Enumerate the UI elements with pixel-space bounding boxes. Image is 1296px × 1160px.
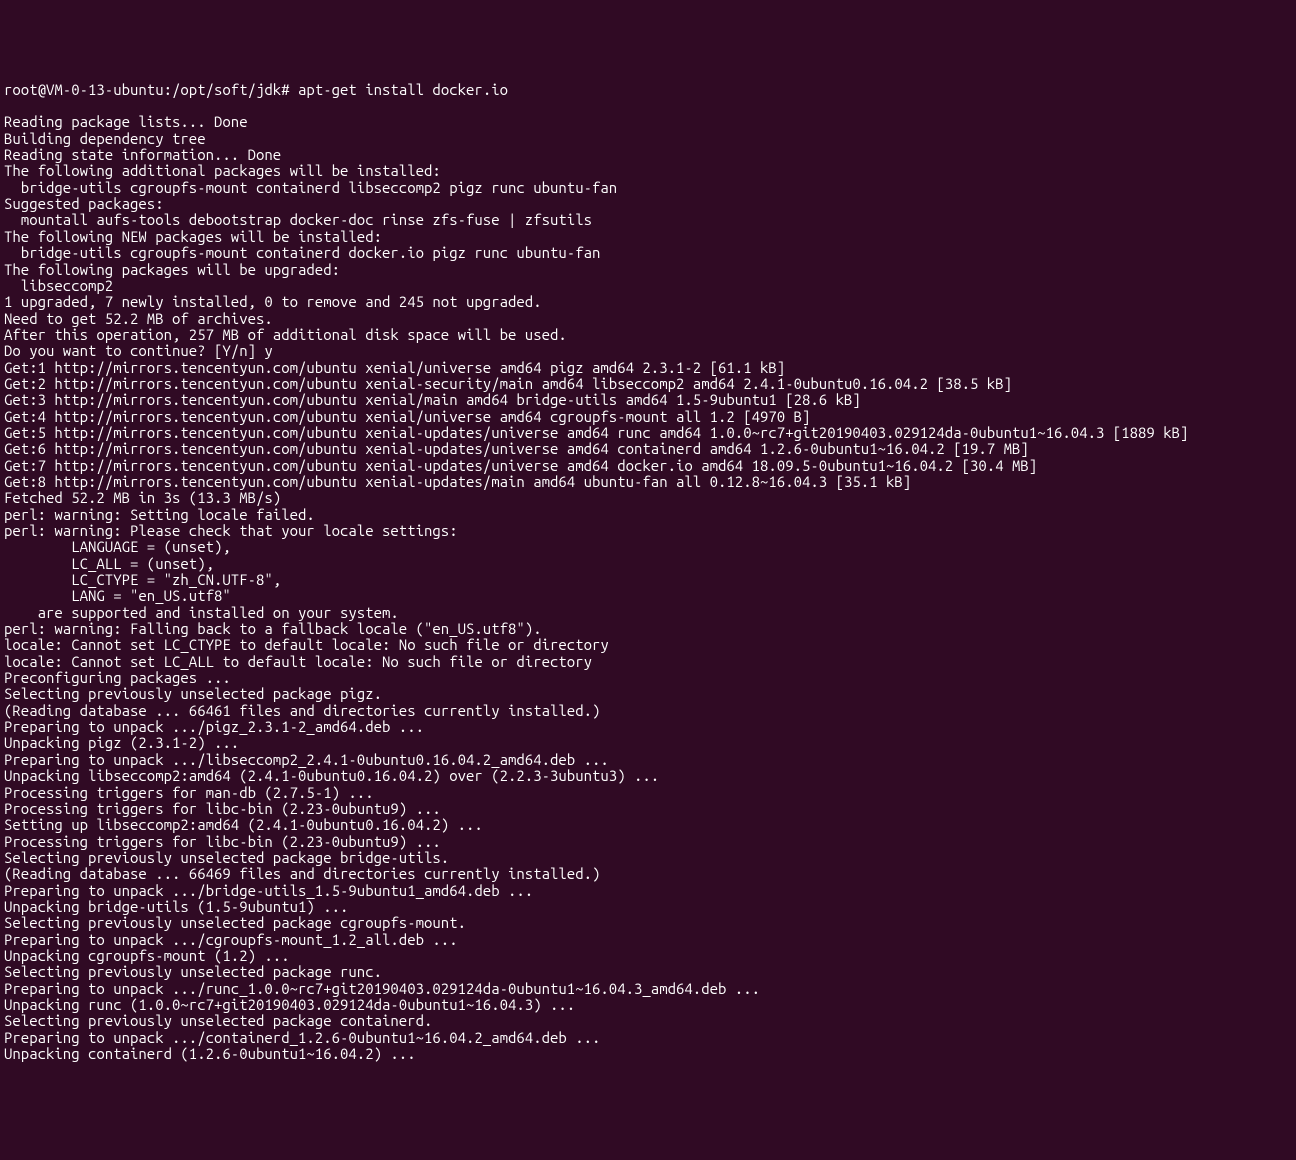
terminal-line: Setting up libseccomp2:amd64 (2.4.1-0ubu… <box>4 817 1292 833</box>
terminal-line: Processing triggers for libc-bin (2.23-0… <box>4 834 1292 850</box>
terminal-line: LC_ALL = (unset), <box>4 556 1292 572</box>
terminal-line: LC_CTYPE = "zh_CN.UTF-8", <box>4 572 1292 588</box>
terminal-line: Reading package lists... Done <box>4 114 1292 130</box>
terminal-line: Get:7 http://mirrors.tencentyun.com/ubun… <box>4 458 1292 474</box>
terminal-line: libseccomp2 <box>4 278 1292 294</box>
terminal-line: Preparing to unpack .../cgroupfs-mount_1… <box>4 932 1292 948</box>
terminal-line: Preparing to unpack .../pigz_2.3.1-2_amd… <box>4 719 1292 735</box>
terminal-line: Get:1 http://mirrors.tencentyun.com/ubun… <box>4 360 1292 376</box>
terminal-line: are supported and installed on your syst… <box>4 605 1292 621</box>
terminal-line: LANGUAGE = (unset), <box>4 539 1292 555</box>
terminal-output: Reading package lists... DoneBuilding de… <box>4 114 1292 1062</box>
terminal-line: Suggested packages: <box>4 196 1292 212</box>
terminal-line: Preparing to unpack .../containerd_1.2.6… <box>4 1030 1292 1046</box>
prompt-user-host: root@VM-0-13-ubuntu <box>4 81 164 98</box>
terminal-line: mountall aufs-tools debootstrap docker-d… <box>4 212 1292 228</box>
terminal-line: Need to get 52.2 MB of archives. <box>4 311 1292 327</box>
terminal-line: bridge-utils cgroupfs-mount containerd d… <box>4 245 1292 261</box>
terminal-line: Get:8 http://mirrors.tencentyun.com/ubun… <box>4 474 1292 490</box>
prompt-command: apt-get install docker.io <box>290 81 508 98</box>
terminal-line: Get:2 http://mirrors.tencentyun.com/ubun… <box>4 376 1292 392</box>
terminal-window[interactable]: root@VM-0-13-ubuntu:/opt/soft/jdk# apt-g… <box>4 65 1292 1078</box>
terminal-line: Get:6 http://mirrors.tencentyun.com/ubun… <box>4 441 1292 457</box>
prompt-path: :/opt/soft/jdk# <box>164 81 290 98</box>
terminal-line: Selecting previously unselected package … <box>4 850 1292 866</box>
terminal-line: Building dependency tree <box>4 131 1292 147</box>
terminal-line: Processing triggers for man-db (2.7.5-1)… <box>4 785 1292 801</box>
terminal-line: The following NEW packages will be insta… <box>4 229 1292 245</box>
prompt-line: root@VM-0-13-ubuntu:/opt/soft/jdk# apt-g… <box>4 82 1292 98</box>
terminal-line: After this operation, 257 MB of addition… <box>4 327 1292 343</box>
terminal-line: Selecting previously unselected package … <box>4 1013 1292 1029</box>
terminal-line: Unpacking libseccomp2:amd64 (2.4.1-0ubun… <box>4 768 1292 784</box>
terminal-line: Get:5 http://mirrors.tencentyun.com/ubun… <box>4 425 1292 441</box>
terminal-line: locale: Cannot set LC_ALL to default loc… <box>4 654 1292 670</box>
terminal-line: LANG = "en_US.utf8" <box>4 588 1292 604</box>
terminal-line: The following packages will be upgraded: <box>4 262 1292 278</box>
terminal-line: Preparing to unpack .../bridge-utils_1.5… <box>4 883 1292 899</box>
terminal-line: Unpacking pigz (2.3.1-2) ... <box>4 735 1292 751</box>
terminal-line: Unpacking runc (1.0.0~rc7+git20190403.02… <box>4 997 1292 1013</box>
terminal-line: Selecting previously unselected package … <box>4 964 1292 980</box>
terminal-line: Preparing to unpack .../runc_1.0.0~rc7+g… <box>4 981 1292 997</box>
terminal-line: Preparing to unpack .../libseccomp2_2.4.… <box>4 752 1292 768</box>
terminal-line: perl: warning: Please check that your lo… <box>4 523 1292 539</box>
terminal-line: Unpacking containerd (1.2.6-0ubuntu1~16.… <box>4 1046 1292 1062</box>
terminal-line: Preconfiguring packages ... <box>4 670 1292 686</box>
terminal-line: bridge-utils cgroupfs-mount containerd l… <box>4 180 1292 196</box>
terminal-line: Unpacking bridge-utils (1.5-9ubuntu1) ..… <box>4 899 1292 915</box>
terminal-line: perl: warning: Setting locale failed. <box>4 507 1292 523</box>
terminal-line: Get:4 http://mirrors.tencentyun.com/ubun… <box>4 409 1292 425</box>
terminal-line: Processing triggers for libc-bin (2.23-0… <box>4 801 1292 817</box>
terminal-line: Reading state information... Done <box>4 147 1292 163</box>
terminal-line: Fetched 52.2 MB in 3s (13.3 MB/s) <box>4 490 1292 506</box>
terminal-line: (Reading database ... 66461 files and di… <box>4 703 1292 719</box>
terminal-line: Unpacking cgroupfs-mount (1.2) ... <box>4 948 1292 964</box>
terminal-line: Selecting previously unselected package … <box>4 915 1292 931</box>
terminal-line: 1 upgraded, 7 newly installed, 0 to remo… <box>4 294 1292 310</box>
terminal-line: Do you want to continue? [Y/n] y <box>4 343 1292 359</box>
terminal-line: The following additional packages will b… <box>4 163 1292 179</box>
terminal-line: Get:3 http://mirrors.tencentyun.com/ubun… <box>4 392 1292 408</box>
terminal-line: perl: warning: Falling back to a fallbac… <box>4 621 1292 637</box>
terminal-line: locale: Cannot set LC_CTYPE to default l… <box>4 637 1292 653</box>
terminal-line: Selecting previously unselected package … <box>4 686 1292 702</box>
terminal-line: (Reading database ... 66469 files and di… <box>4 866 1292 882</box>
